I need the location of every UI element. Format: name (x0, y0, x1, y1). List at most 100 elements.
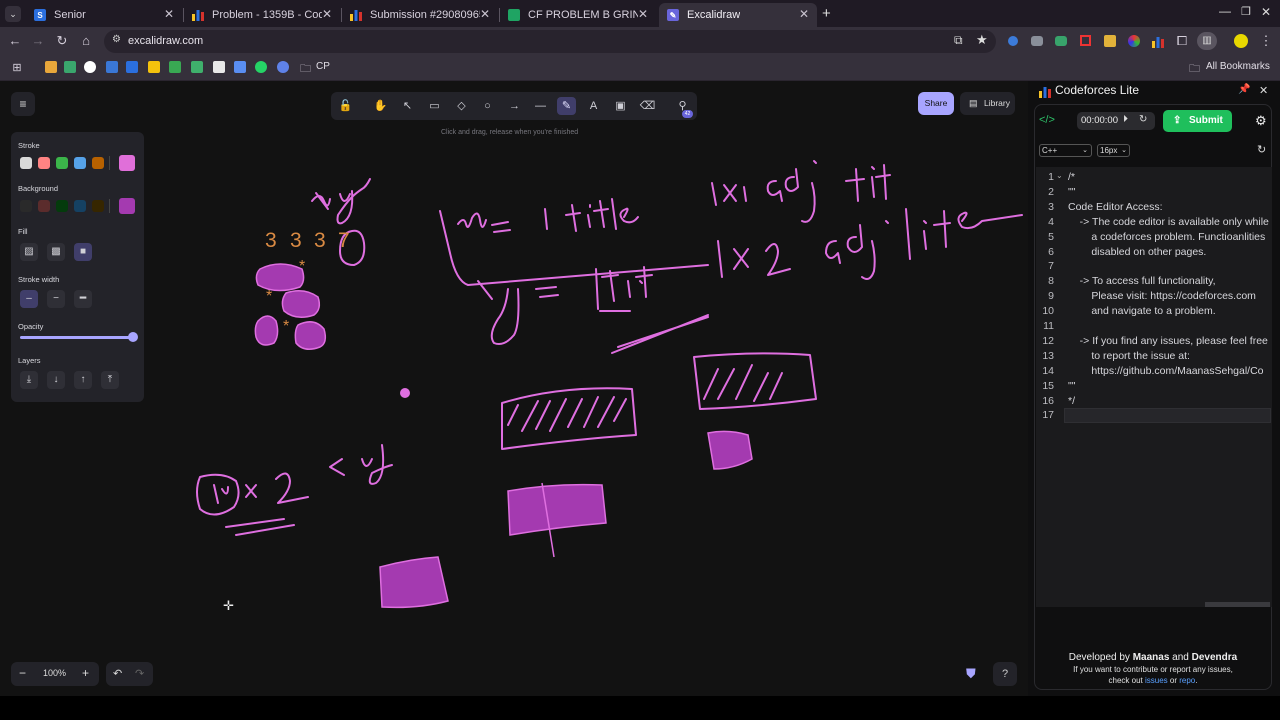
tab-submission[interactable]: Submission #29080965 ✕ (342, 3, 498, 27)
tab-close-icon[interactable]: ✕ (638, 7, 648, 21)
bookmark-icon[interactable] (277, 61, 289, 73)
codeforces-icon[interactable] (126, 61, 138, 73)
tab-problem[interactable]: Problem - 1359B - Codef ✕ (184, 3, 340, 27)
shield-icon[interactable]: ⛊ (966, 666, 976, 682)
repo-link[interactable]: repo (1179, 676, 1195, 685)
send-to-back-icon[interactable]: ⤓ (20, 371, 38, 389)
close-panel-icon[interactable]: ✕ (1259, 84, 1268, 97)
tab-close-icon[interactable]: ✕ (480, 7, 490, 21)
tab-search-button[interactable]: ⌄ (5, 6, 21, 22)
stroke-extra-bold-icon[interactable]: ━ (74, 290, 92, 308)
maximize-button[interactable]: ❐ (1241, 5, 1251, 18)
apps-grid-icon[interactable]: ⊞ (9, 61, 25, 75)
stroke-swatch[interactable] (20, 157, 32, 169)
bring-to-front-icon[interactable]: ⤒ (101, 371, 119, 389)
bookmark-icon[interactable] (45, 61, 57, 73)
tab-close-icon[interactable]: ✕ (799, 7, 809, 21)
reload-icon[interactable]: ↻ (54, 34, 70, 48)
fill-hachure-icon[interactable]: ▨ (20, 243, 38, 261)
zoom-level[interactable]: 100% (43, 668, 66, 678)
image-tool-icon[interactable]: ▣ (611, 97, 630, 115)
tab-excalidraw[interactable]: ✎ Excalidraw ✕ (659, 3, 817, 27)
undo-icon[interactable]: ↶ (113, 667, 122, 680)
bookmark-icon[interactable] (64, 61, 76, 73)
editor-scrollbar[interactable] (1205, 602, 1270, 607)
address-bar[interactable]: ⚙ excalidraw.com ⧉ ★ (104, 30, 996, 53)
cast-icon[interactable]: ⧉ (954, 33, 963, 48)
bookmark-icon[interactable] (191, 61, 203, 73)
submit-button[interactable]: ⇪ Submit (1163, 110, 1232, 132)
codeforces-extension-icon[interactable] (1152, 35, 1164, 53)
opacity-slider-thumb[interactable] (128, 332, 138, 342)
side-panel-icon[interactable]: ▥ (1197, 32, 1217, 50)
font-size-select[interactable]: 16px ⌄ (1097, 144, 1130, 157)
background-swatch[interactable] (20, 200, 32, 212)
extension-icon[interactable] (1128, 35, 1140, 47)
background-swatch[interactable] (92, 200, 104, 212)
redo-icon[interactable]: ↷ (135, 667, 144, 680)
fill-crosshatch-icon[interactable]: ▩ (47, 243, 65, 261)
line-tool-icon[interactable]: — (531, 97, 550, 115)
bookmark-folder-cp[interactable]: CP (316, 61, 330, 72)
text-tool-icon[interactable]: A (584, 97, 603, 115)
zoom-in-button[interactable]: + (82, 666, 89, 680)
draw-tool-icon[interactable]: ✎ (557, 97, 576, 115)
stroke-swatch[interactable] (38, 157, 50, 169)
stroke-thin-icon[interactable]: – (20, 290, 38, 308)
stroke-swatch[interactable] (56, 157, 68, 169)
selection-tool-icon[interactable]: ↖ (398, 97, 417, 115)
play-icon[interactable]: ⏵ (1123, 114, 1128, 125)
extension-icon[interactable] (1055, 36, 1067, 46)
site-info-icon[interactable]: ⚙ (112, 34, 121, 45)
ellipse-tool-icon[interactable]: ○ (478, 97, 497, 115)
tab-close-icon[interactable]: ✕ (164, 7, 174, 21)
all-bookmarks-link[interactable]: All Bookmarks (1206, 61, 1270, 72)
bookmark-icon[interactable] (234, 61, 246, 73)
bookmark-star-icon[interactable]: ★ (976, 32, 988, 48)
extension-icon[interactable] (1008, 36, 1018, 46)
github-icon[interactable] (84, 61, 96, 73)
extensions-puzzle-icon[interactable]: ⧠ (1174, 34, 1190, 48)
opacity-slider[interactable] (20, 336, 137, 339)
help-button[interactable]: ? (993, 662, 1017, 686)
settings-gear-icon[interactable]: ⚙ (1255, 113, 1267, 129)
stroke-swatch-active[interactable] (119, 155, 135, 171)
arrow-tool-icon[interactable]: → (505, 97, 524, 115)
lock-tool-icon[interactable]: 🔓 (336, 97, 355, 115)
stroke-swatch[interactable] (92, 157, 104, 169)
code-view-icon[interactable]: </> (1039, 114, 1055, 126)
fold-chevron-icon[interactable]: ⌄ (1056, 171, 1063, 180)
diamond-tool-icon[interactable]: ◇ (452, 97, 471, 115)
drive-icon[interactable] (148, 61, 160, 73)
bookmark-icon[interactable] (106, 61, 118, 73)
background-swatch[interactable] (56, 200, 68, 212)
fill-solid-icon[interactable]: ■ (74, 243, 92, 261)
forward-icon[interactable]: → (30, 34, 46, 48)
share-button[interactable]: Share (918, 92, 954, 115)
background-swatch[interactable] (38, 200, 50, 212)
eraser-tool-icon[interactable]: ⌫ (638, 97, 657, 115)
issues-link[interactable]: issues (1145, 676, 1168, 685)
reset-code-icon[interactable]: ↻ (1257, 143, 1266, 156)
background-swatch-active[interactable] (119, 198, 135, 214)
stroke-swatch[interactable] (74, 157, 86, 169)
hand-tool-icon[interactable]: ✋ (371, 97, 390, 115)
zoom-out-button[interactable]: − (19, 666, 26, 680)
background-swatch[interactable] (74, 200, 86, 212)
bring-forward-icon[interactable]: ↑ (74, 371, 92, 389)
reset-timer-icon[interactable]: ↻ (1139, 114, 1147, 125)
minimize-button[interactable]: — (1219, 4, 1231, 18)
profile-avatar[interactable] (1234, 34, 1248, 48)
menu-kebab-icon[interactable]: ⋮ (1258, 34, 1274, 48)
gmail-icon[interactable] (213, 61, 225, 73)
new-tab-button[interactable]: + (822, 5, 831, 22)
tab-sheet[interactable]: CF PROBLEM B GRIND - ✕ (500, 3, 656, 27)
main-menu-button[interactable]: ≡ (11, 92, 35, 116)
extension-icon[interactable] (1080, 35, 1091, 46)
language-select[interactable]: C++ ⌄ (1039, 144, 1092, 157)
whatsapp-icon[interactable] (255, 61, 267, 73)
home-icon[interactable]: ⌂ (78, 34, 94, 48)
tab-close-icon[interactable]: ✕ (322, 7, 332, 21)
send-backward-icon[interactable]: ↓ (47, 371, 65, 389)
library-button[interactable]: ▤ Library (960, 92, 1015, 115)
